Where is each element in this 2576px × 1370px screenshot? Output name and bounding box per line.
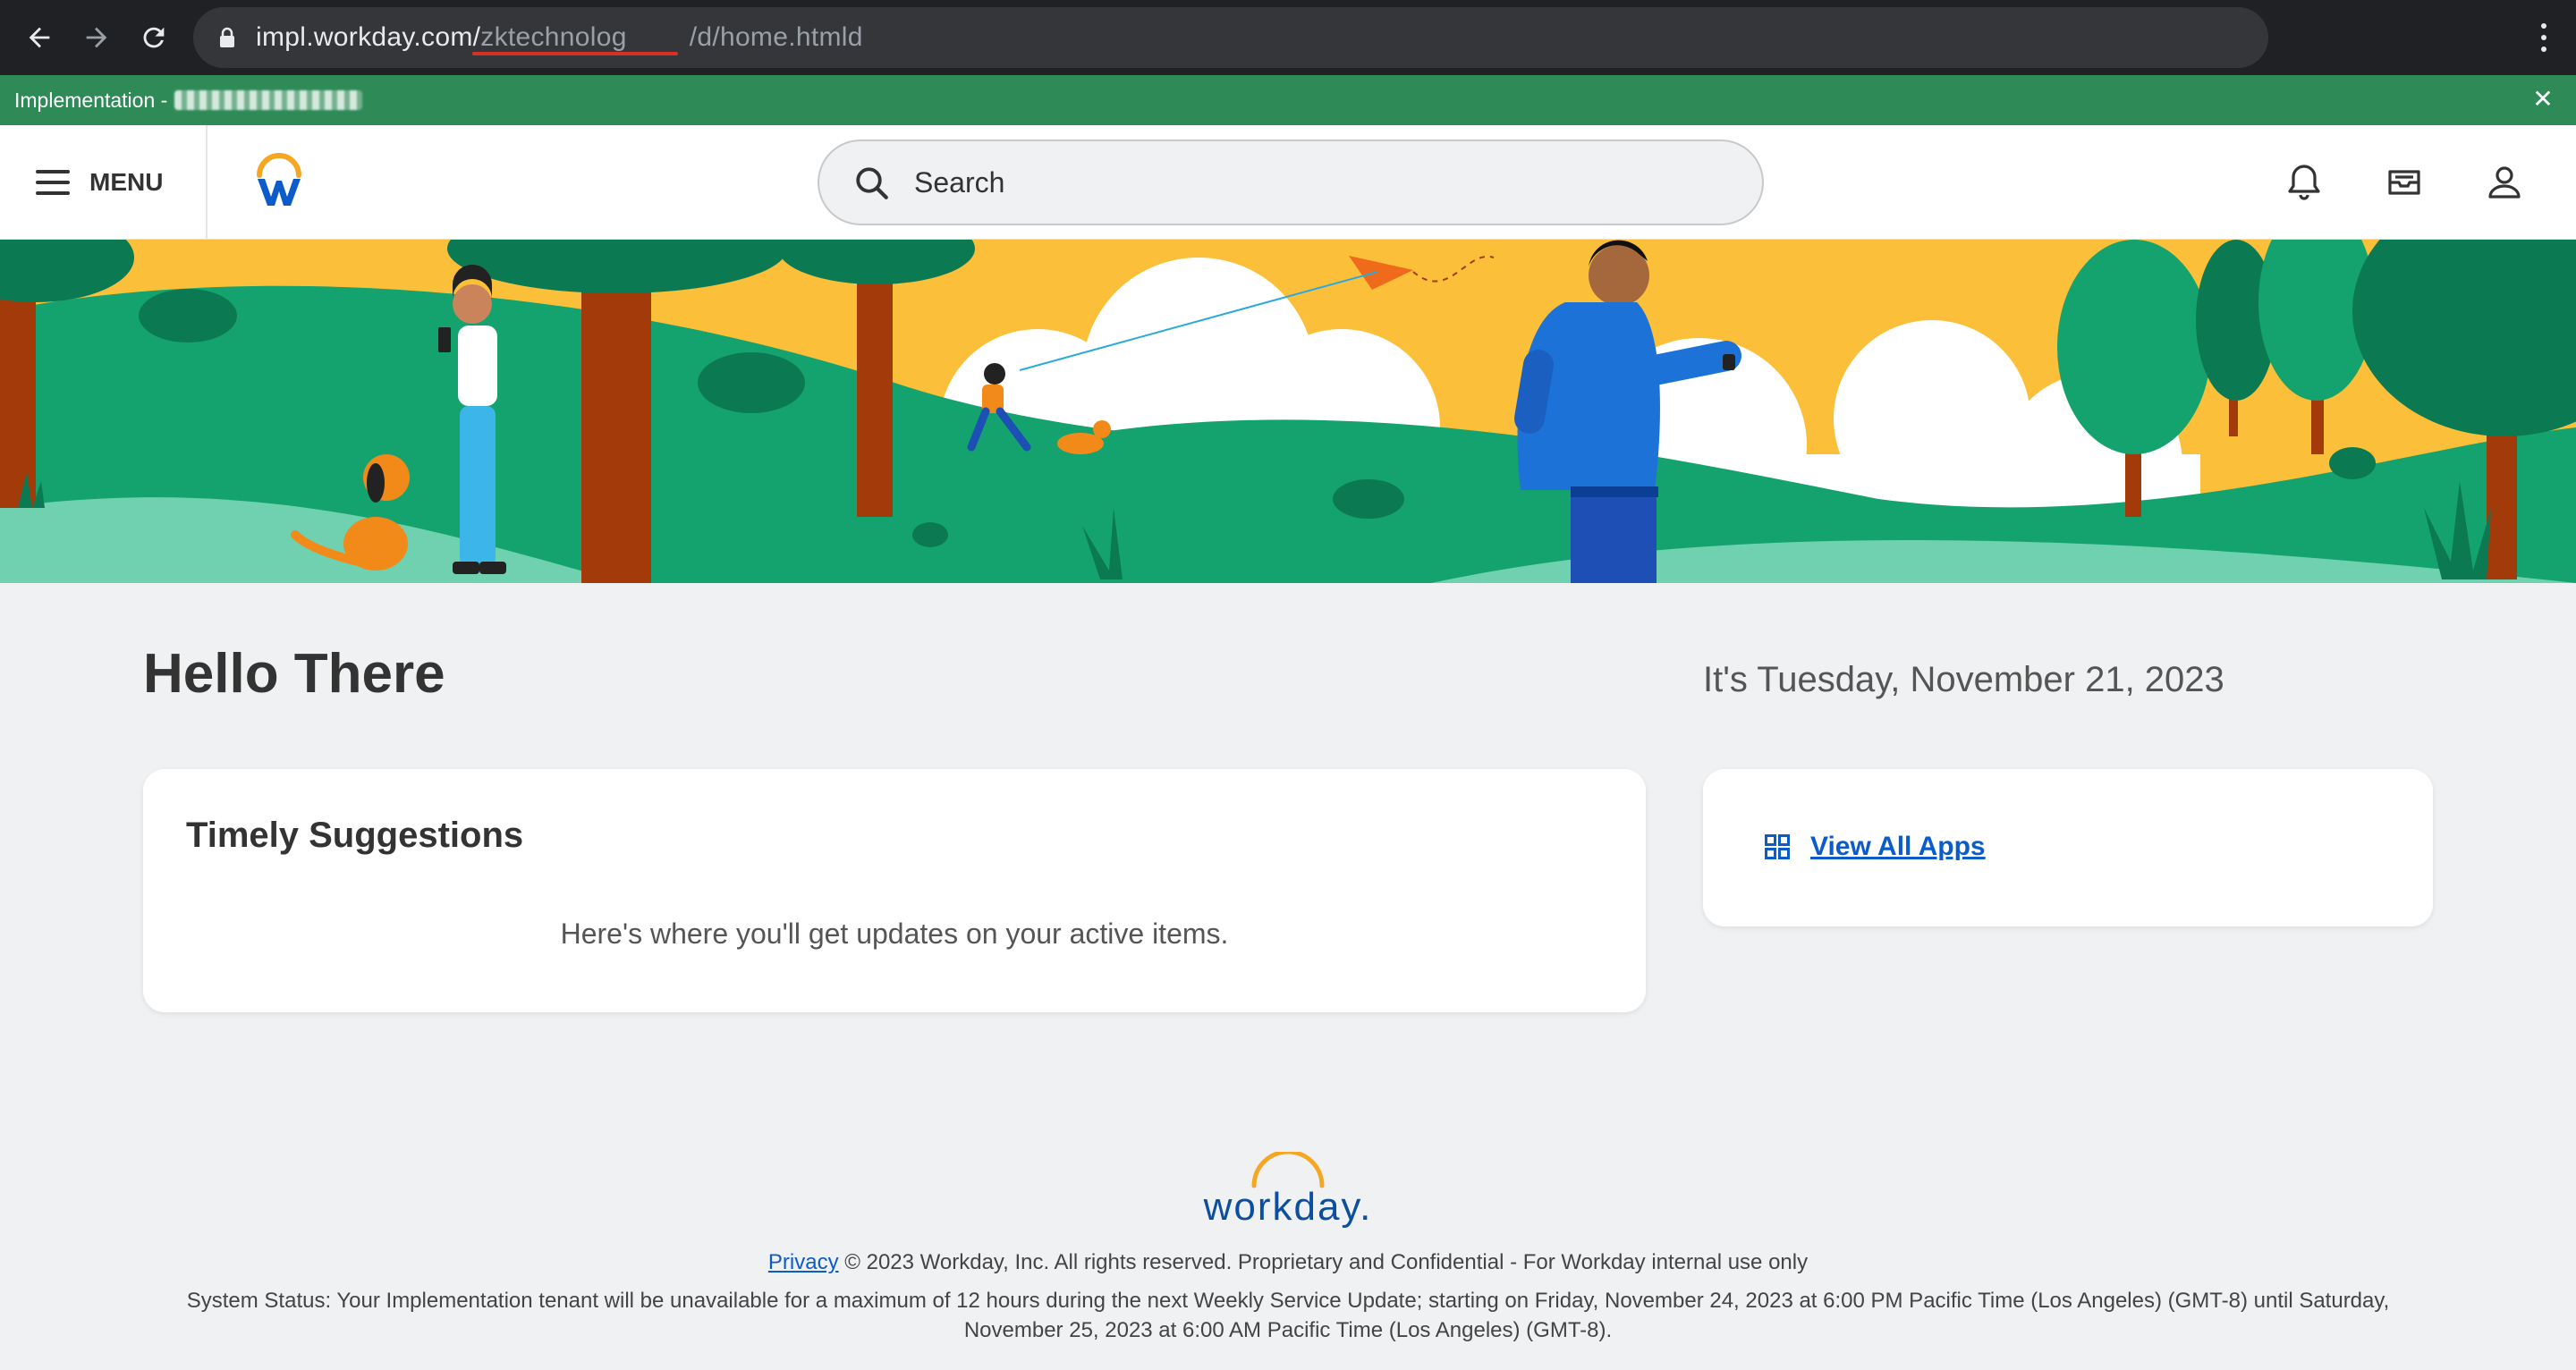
kebab-menu-icon[interactable] <box>2533 20 2555 55</box>
profile-icon[interactable] <box>2483 161 2526 204</box>
hero-illustration <box>0 240 2576 583</box>
header-divider <box>206 125 208 240</box>
menu-button[interactable]: MENU <box>36 161 163 204</box>
inbox-icon[interactable] <box>2383 161 2426 204</box>
reload-icon[interactable] <box>132 16 175 59</box>
browser-toolbar: impl.workday.com/zktechnolog/d/home.html… <box>0 0 2576 75</box>
page-title: Hello There <box>143 642 445 706</box>
search-icon <box>853 165 891 202</box>
url-tenant: zktechnolog <box>480 22 626 53</box>
privacy-link[interactable]: Privacy <box>768 1250 839 1274</box>
app-header: MENU Search <box>0 125 2576 240</box>
view-all-apps-label: View All Apps <box>1810 832 1986 862</box>
timely-suggestions-message: Here's where you'll get updates on your … <box>143 918 1646 951</box>
footer-copyright: Privacy © 2023 Workday, Inc. All rights … <box>0 1250 2576 1275</box>
system-status: System Status: Your Implementation tenan… <box>170 1286 2406 1345</box>
url-host: impl.workday.com/ <box>256 22 480 53</box>
address-bar[interactable]: impl.workday.com/zktechnolog/d/home.html… <box>193 7 2268 68</box>
workday-logo[interactable] <box>252 152 306 209</box>
timely-suggestions-card: Timely Suggestions Here's where you'll g… <box>143 769 1646 1012</box>
bell-icon[interactable] <box>2283 161 2326 204</box>
view-all-apps-link[interactable]: View All Apps <box>1764 832 1986 862</box>
apps-card: View All Apps <box>1703 769 2433 926</box>
implementation-banner: Implementation - ✕ <box>0 75 2576 125</box>
search-input[interactable]: Search <box>818 140 1764 225</box>
search-placeholder: Search <box>914 166 1004 199</box>
grid-apps-icon <box>1764 833 1791 860</box>
forward-arrow-icon[interactable] <box>75 16 118 59</box>
hamburger-icon <box>36 170 70 195</box>
lock-icon[interactable] <box>218 27 236 48</box>
back-arrow-icon[interactable] <box>18 16 61 59</box>
copyright-text: © 2023 Workday, Inc. All rights reserved… <box>839 1250 1809 1274</box>
current-date: It's Tuesday, November 21, 2023 <box>1703 660 2224 700</box>
timely-suggestions-title: Timely Suggestions <box>186 816 523 856</box>
url-path: /d/home.htmld <box>690 22 863 53</box>
banner-label: Implementation - <box>14 89 167 113</box>
footer-logo-text: workday. <box>1203 1185 1373 1229</box>
workday-footer-logo: workday. <box>1199 1152 1377 1238</box>
menu-label: MENU <box>89 168 163 197</box>
close-icon[interactable]: ✕ <box>2529 86 2556 113</box>
redacted-tenant-name <box>174 90 362 110</box>
url-underline-annotation <box>472 52 678 55</box>
